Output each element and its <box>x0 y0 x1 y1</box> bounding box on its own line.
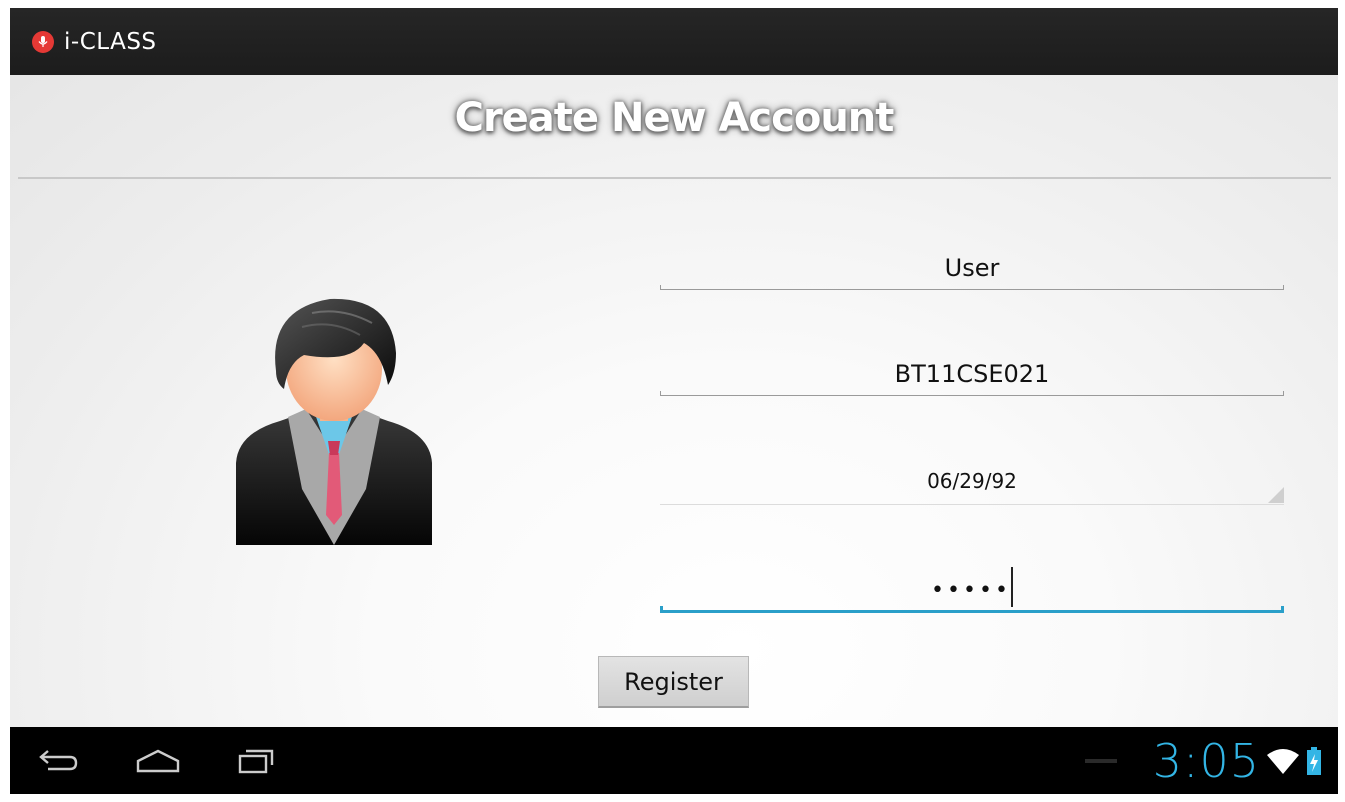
clock: 3:05 <box>1152 734 1260 788</box>
id-field[interactable]: BT11CSE021 <box>660 352 1284 396</box>
battery-charging-icon <box>1307 747 1321 775</box>
action-bar: i-CLASS <box>10 8 1338 75</box>
back-icon[interactable] <box>34 745 80 777</box>
device-screen: i-CLASS Create New Account User BT11CSE0… <box>10 8 1338 794</box>
notification-indicator <box>1084 759 1117 763</box>
app-title: i-CLASS <box>64 28 157 55</box>
spinner-arrow-icon <box>1268 487 1284 503</box>
home-icon[interactable] <box>134 745 182 777</box>
mic-icon[interactable] <box>32 30 54 53</box>
user-avatar-icon <box>236 298 432 545</box>
content-area: Create New Account User BT11CSE021 06/29… <box>10 75 1338 727</box>
title-divider <box>18 177 1331 179</box>
password-value: ••••• <box>931 578 1011 603</box>
status-area[interactable]: 3:05 <box>1084 734 1322 788</box>
text-cursor <box>1010 567 1013 607</box>
wifi-icon <box>1267 749 1299 774</box>
date-underline <box>660 504 1284 505</box>
id-underline <box>660 391 1284 396</box>
date-spinner[interactable]: 06/29/92 <box>660 459 1284 505</box>
page-title: Create New Account <box>454 95 895 141</box>
password-underline <box>660 606 1284 613</box>
id-value: BT11CSE021 <box>894 360 1050 388</box>
name-underline <box>660 285 1284 290</box>
password-field[interactable]: ••••• <box>660 557 1284 613</box>
navigation-bar: 3:05 <box>10 727 1338 794</box>
date-value: 06/29/92 <box>927 469 1017 493</box>
name-field[interactable]: User <box>660 246 1284 290</box>
name-value: User <box>944 254 1000 282</box>
recent-apps-icon[interactable] <box>234 745 280 777</box>
register-button[interactable]: Register <box>598 656 749 708</box>
